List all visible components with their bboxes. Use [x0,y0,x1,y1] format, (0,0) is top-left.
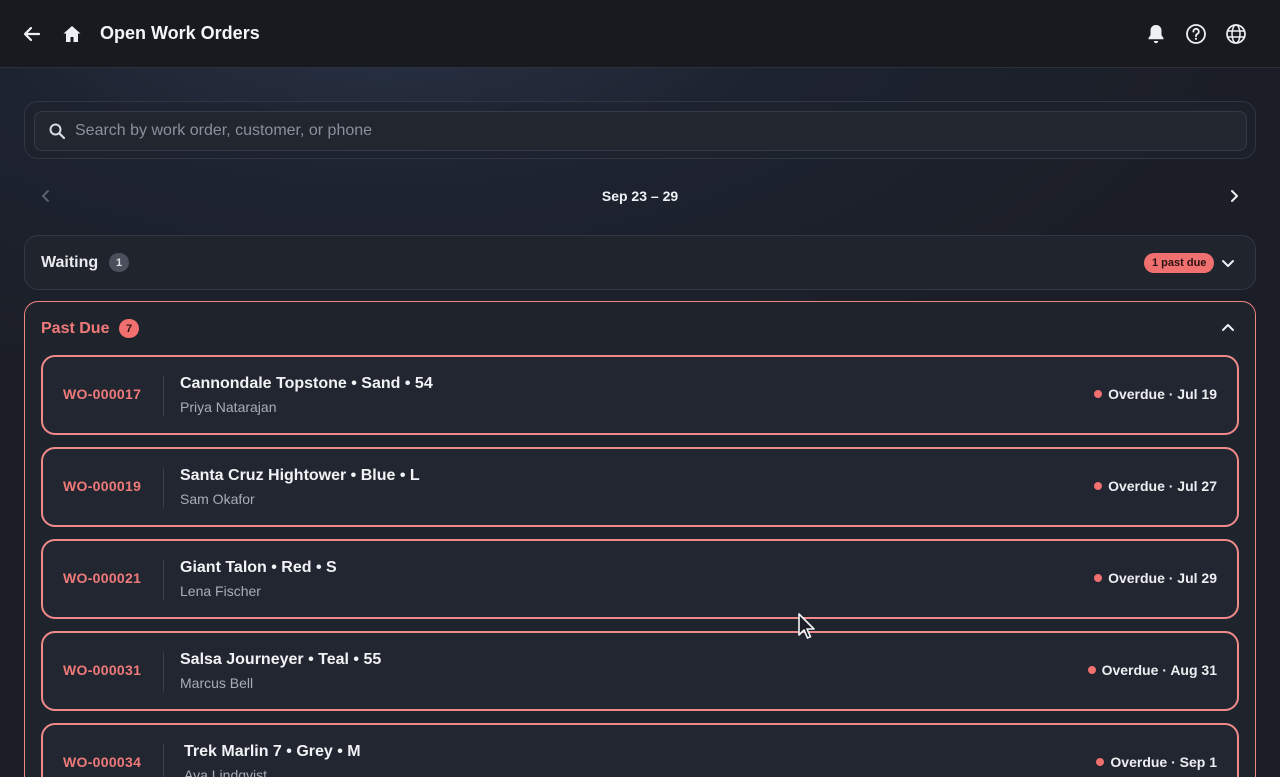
customer-name: Marcus Bell [180,675,254,691]
bell-icon[interactable] [1142,20,1170,48]
divider [163,560,164,600]
status-text: Overdue · Sep 1 [1110,754,1217,770]
group-title: Waiting [41,254,99,271]
globe-icon[interactable] [1222,20,1250,48]
home-icon[interactable] [58,20,86,48]
group-waiting-header[interactable]: Waiting 1 1 past due [24,235,1256,290]
divider [163,376,164,416]
status-dot-icon [1087,666,1096,674]
status-dot-icon [1094,390,1103,398]
work-order-card[interactable]: WO-000021 Giant Talon • Red • S Lena Fis… [41,539,1239,619]
status-text: Overdue · Jul 27 [1108,478,1217,494]
work-order-id: WO-000031 [63,662,142,678]
overdue-status: Overdue · Sep 1 [1096,754,1217,770]
work-order-title: Santa Cruz Hightower • Blue • L [180,467,420,484]
work-order-id: WO-000034 [63,754,142,770]
work-order-title: Giant Talon • Red • S [180,559,337,576]
work-order-card[interactable]: WO-000019 Santa Cruz Hightower • Blue • … [41,447,1239,527]
customer-name: Sam Okafor [180,491,255,507]
top-app-bar: Open Work Orders [0,0,1280,68]
back-arrow-icon[interactable] [18,20,46,48]
overdue-status: Overdue · Jul 27 [1094,478,1217,494]
page-title: Open Work Orders [100,23,260,43]
count-badge: 7 [119,319,139,338]
help-icon[interactable] [1182,20,1210,48]
next-week-chevron-icon[interactable] [1224,186,1244,206]
status-text: Overdue · Jul 29 [1108,570,1217,586]
work-order-card[interactable]: WO-000034 Trek Marlin 7 • Grey • M Ava L… [41,723,1239,777]
overdue-status: Overdue · Aug 31 [1087,662,1217,678]
status-dot-icon [1094,574,1103,582]
group-past-due: Past Due 7 WO-000017 Cannondale Topstone… [24,301,1256,777]
work-order-title: Cannondale Topstone • Sand • 54 [180,375,433,392]
search-field[interactable] [34,111,1247,151]
status-text: Overdue · Jul 19 [1108,386,1217,402]
work-order-card[interactable]: WO-000017 Cannondale Topstone • Sand • 5… [41,355,1239,435]
work-order-id: WO-000019 [63,478,142,494]
work-order-id: WO-000017 [63,386,142,402]
status-dot-icon [1094,482,1103,490]
work-order-title: Trek Marlin 7 • Grey • M [184,743,361,760]
customer-name: Lena Fischer [180,583,261,599]
divider [163,652,164,692]
customer-name: Priya Natarajan [180,399,277,415]
overdue-status: Overdue · Jul 29 [1094,570,1217,586]
divider [163,468,164,508]
status-dot-icon [1096,758,1105,766]
chevron-up-icon[interactable] [1218,318,1238,338]
work-order-id: WO-000021 [63,570,142,586]
past-due-badge: 1 past due [1144,253,1215,273]
chevron-down-icon[interactable] [1218,253,1238,273]
prev-week-chevron-icon[interactable] [36,186,56,206]
search-input[interactable] [75,112,1235,150]
overdue-status: Overdue · Jul 19 [1094,386,1217,402]
count-badge: 1 [109,253,129,272]
group-title: Past Due [41,320,110,337]
week-range-label: Sep 23 – 29 [601,188,679,204]
status-text: Overdue · Aug 31 [1101,662,1217,678]
search-container [24,101,1256,159]
work-order-card[interactable]: WO-000031 Salsa Journeyer • Teal • 55 Ma… [41,631,1239,711]
work-order-title: Salsa Journeyer • Teal • 55 [180,651,382,668]
divider [163,744,164,777]
search-icon [49,123,65,139]
customer-name: Ava Lindqvist [184,767,268,777]
